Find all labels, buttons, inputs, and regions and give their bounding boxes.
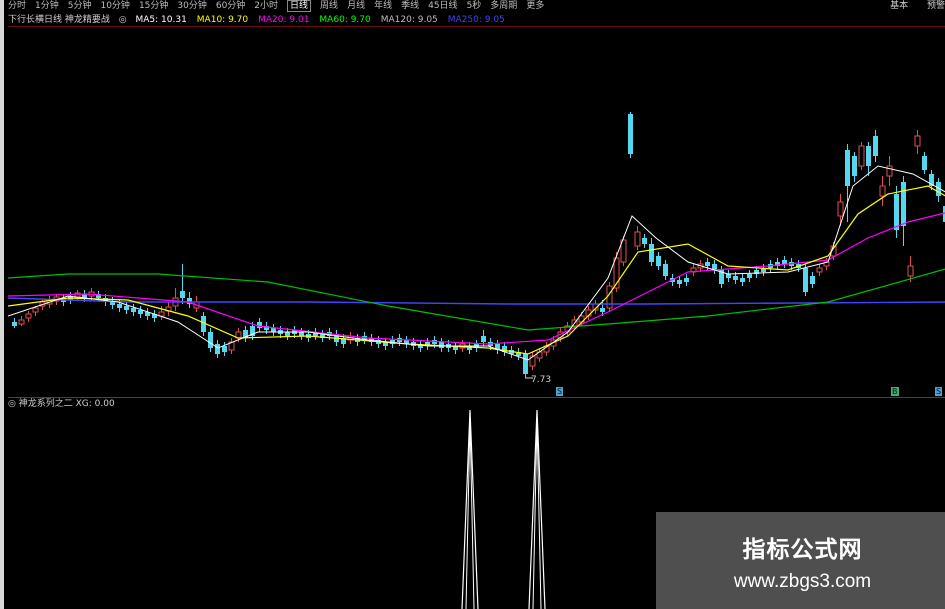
low-price-label: 7.73 [531,375,551,385]
candle-body [628,114,633,154]
candle-body [705,262,710,266]
signal-spike [532,419,542,609]
toolbar-right: 基本 预警 [874,0,945,13]
watermark-title: 指标公式网 [742,537,863,563]
candle-body [684,278,689,282]
candle-body [810,276,815,284]
candle-body [914,135,921,147]
ma-legend-item: MA20: 9.01 [258,15,310,25]
date-marker: B [891,387,899,396]
candle-body [208,332,213,348]
period-1[interactable]: 1分钟 [35,0,59,13]
ma-legend: 下行长横日线 神龙精要战 ◎ MA5: 10.31 MA10: 9.70 MA20:… [8,14,945,26]
candle-body [656,256,661,266]
date-marker: S [556,387,564,396]
date-marker: S [935,387,943,396]
watermark-url: www.zbgs3.com [733,571,872,592]
period-7[interactable]: 2小时 [254,0,278,13]
watermark: 指标公式网 www.zbgs3.com [656,512,945,609]
period-8[interactable]: 日线 [287,0,312,12]
candle-body [747,274,752,278]
period-13[interactable]: 45日线 [428,0,457,13]
candle-body [879,185,886,197]
period-0[interactable]: 分时 [8,0,26,13]
settings-icon[interactable]: ◎ [119,15,127,25]
period-12[interactable]: 季线 [401,0,419,13]
candle-body [117,304,122,308]
candle-body [845,150,850,186]
candle-body [740,278,745,282]
candle-body [18,319,25,325]
candle-body [733,276,738,280]
candlestick-chart[interactable]: 7.73 [8,26,945,396]
candle-body [894,194,899,230]
period-15[interactable]: 多周期 [490,0,517,13]
candle-body [32,307,39,313]
candle-body [873,136,878,156]
basic-button[interactable]: 基本 [890,1,908,11]
candle-body [803,268,808,292]
ma-legend-item: MA5: 10.31 [135,15,187,25]
candle-body [858,145,865,167]
period-10[interactable]: 月线 [347,0,365,13]
candle-body [922,156,927,170]
candle-body [649,244,654,262]
signal-spike [465,419,475,609]
ma-legend-item: MA60: 9.70 [319,15,371,25]
candle-body [215,344,220,354]
period-16[interactable]: 更多 [526,0,544,13]
divider [8,397,945,398]
candle-body [907,265,914,277]
candle-body [600,308,605,312]
period-5[interactable]: 30分钟 [177,0,206,13]
stock-title: 下行长横日线 神龙精要战 [8,15,110,25]
candle-body [25,313,32,319]
candle-body [663,264,668,276]
chart-window: 分时 1分钟 5分钟 10分钟 15分钟 30分钟 60分钟 2小时 日线 周线 月线 年线 季线 45日… [0,0,945,609]
candle-body [782,260,787,264]
candle-body [886,165,893,177]
candle-body [901,182,906,226]
candle-body [124,306,129,310]
ma-legend-item: MA120: 9.05 [380,15,438,25]
settings-icon[interactable]: ◎ [8,399,16,409]
period-11[interactable]: 年线 [374,0,392,13]
candle-body [866,146,871,166]
candle-body [180,291,185,298]
candle-body [726,274,731,278]
candle-body [12,322,17,326]
period-3[interactable]: 10分钟 [100,0,129,13]
candle-body [285,332,290,336]
candle-body [852,156,857,176]
candle-body [677,280,682,284]
candle-body [634,231,641,247]
candle-body [222,346,227,352]
candle-body [837,201,844,217]
candle-body [299,332,304,336]
candle-body [523,354,528,374]
period-14[interactable]: 5秒 [467,0,482,13]
indicator-name: 神龙系列之二 XG: 0.00 [18,399,115,409]
period-9[interactable]: 周线 [320,0,338,13]
candle-body [481,336,486,342]
period-4[interactable]: 15分钟 [139,0,168,13]
candle-body [131,308,136,312]
candle-body [642,238,647,244]
candle-body [257,322,262,328]
ma5-line [8,165,945,361]
ma-legend-item: MA250: 9.05 [447,15,505,25]
indicator-legend: ◎ 神龙系列之二 XG: 0.00 [8,399,115,410]
period-6[interactable]: 60分钟 [216,0,245,13]
candle-body [271,328,276,332]
period-toolbar: 分时 1分钟 5分钟 10分钟 15分钟 30分钟 60分钟 2小时 日线 周线 月线 年线 季线 45日… [8,0,945,13]
period-2[interactable]: 5分钟 [68,0,92,13]
alert-button[interactable]: 预警 [927,1,945,11]
candle-body [74,292,81,298]
ma-legend-item: MA10: 9.70 [196,15,249,25]
candle-body [816,267,823,273]
